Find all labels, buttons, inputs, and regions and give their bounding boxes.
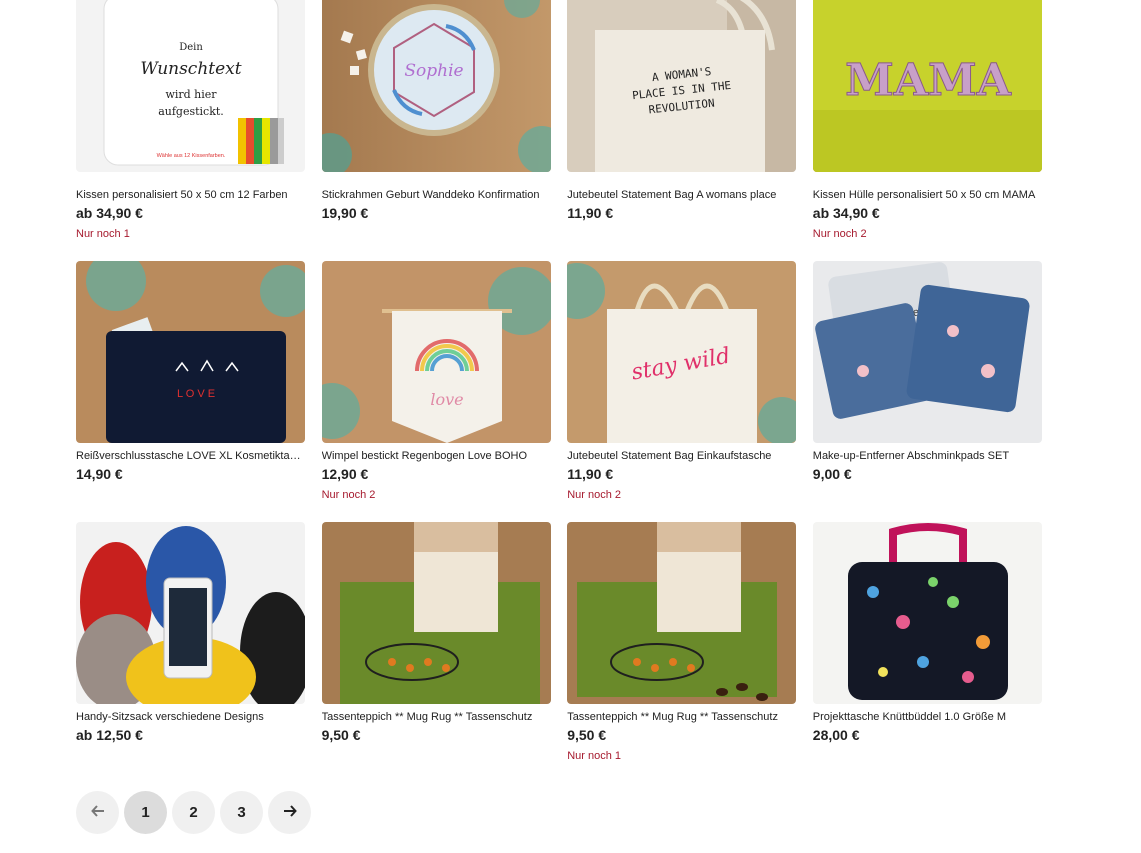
listing-image[interactable]: L O V E <box>76 261 305 443</box>
listing-card[interactable]: stay wild Jutebeutel Statement Bag Einka… <box>567 261 797 522</box>
listing-card[interactable]: Handy-Sitzsack verschiedene Designs ab 1… <box>76 522 305 783</box>
listing-price: 14,90 € <box>76 466 123 482</box>
listing-image[interactable]: A WOMAN'S PLACE IS IN THE REVOLUTION <box>567 0 797 172</box>
page-button-2[interactable]: 2 <box>172 791 215 834</box>
listing-stock: Nur noch 2 <box>812 228 867 240</box>
listing-card[interactable]: Tassenteppich ** Mug Rug ** Tassenschutz… <box>321 522 551 783</box>
listing-price: 11,90 € <box>567 205 614 221</box>
pillow-text: aufgestickt. <box>158 105 224 118</box>
listing-title[interactable]: Jutebeutel Statement Bag Einkaufstasche <box>567 449 796 463</box>
listing-title[interactable]: Tassenteppich ** Mug Rug ** Tassenschutz <box>322 710 551 724</box>
pillow-text: Wunschtext <box>140 59 241 79</box>
mama-text: MAMA <box>845 55 1012 106</box>
listing-title[interactable]: Wimpel bestickt Regenbogen Love BOHO <box>322 449 551 463</box>
listing-grid: Dein Wunschtext wird hier aufgestickt. W… <box>76 0 1042 783</box>
listing-card[interactable]: love Wimpel bestickt Regenbogen Love BOH… <box>321 261 551 522</box>
pillow-text: Dein <box>179 42 203 53</box>
listing-card[interactable]: L O V E Reißverschlusstasche LOVE XL Kos… <box>76 261 305 522</box>
listing-price: ab 34,90 € <box>812 205 880 221</box>
page-button-1[interactable]: 1 <box>124 791 167 834</box>
listing-card[interactable]: A WOMAN'S PLACE IS IN THE REVOLUTION Jut… <box>567 0 797 261</box>
listing-stock: Nur noch 1 <box>76 228 130 240</box>
listing-title[interactable]: Stickrahmen Geburt Wanddeko Konfirmation <box>322 188 551 202</box>
listing-image[interactable] <box>812 522 1042 704</box>
listing-image[interactable] <box>321 522 551 704</box>
listing-title[interactable]: Handy-Sitzsack verschiedene Designs <box>76 710 305 724</box>
listing-price: 19,90 € <box>321 205 369 221</box>
listing-stock: Nur noch 2 <box>567 489 621 501</box>
listing-image[interactable] <box>76 522 305 704</box>
listing-title[interactable]: Kissen Hülle personalisiert 50 x 50 cm M… <box>813 188 1042 202</box>
pillow-text: Wähle aus 12 Kissenfarben. <box>157 153 226 159</box>
listing-image[interactable]: Dein Wunschtext wird hier aufgestickt. W… <box>76 0 305 172</box>
listing-stock: Nur noch 1 <box>567 750 621 762</box>
listing-card[interactable]: Tassenteppich ** Mug Rug ** Tassenschutz… <box>567 522 797 783</box>
listing-image[interactable] <box>567 522 797 704</box>
listing-price: 9,00 € <box>812 466 852 482</box>
listing-title[interactable]: Kissen personalisiert 50 x 50 cm 12 Farb… <box>76 188 305 202</box>
listing-title[interactable]: Reißverschlusstasche LOVE XL Kosmetiktas… <box>76 449 305 463</box>
listing-title[interactable]: Make-up-Entferner Abschminkpads SET <box>813 449 1042 463</box>
listing-card[interactable]: Dein Wunschtext wird hier aufgestickt. W… <box>76 0 305 261</box>
hoop-text: Sophie <box>404 61 463 81</box>
listing-image[interactable]: soundandsew <box>812 261 1042 443</box>
listing-price: 9,50 € <box>321 727 361 743</box>
arrow-right-icon <box>283 804 297 822</box>
listing-title[interactable]: Tassenteppich ** Mug Rug ** Tassenschutz <box>567 710 796 724</box>
next-page-button[interactable] <box>268 791 311 834</box>
arrow-left-icon <box>90 804 105 822</box>
page-button-3[interactable]: 3 <box>220 791 263 834</box>
previous-page-button[interactable] <box>76 791 119 834</box>
listing-card[interactable]: Sophie Stickrahmen Geburt Wanddeko Konfi… <box>321 0 551 261</box>
listing-title[interactable]: Projekttasche Knüttbüddel 1.0 Größe M <box>813 710 1042 724</box>
listing-image[interactable]: Sophie <box>321 0 551 172</box>
pagination: 1 2 3 <box>76 791 311 834</box>
listing-card[interactable]: soundandsew Make-up-Entferner Abschminkp… <box>812 261 1042 522</box>
listing-card[interactable]: Projekttasche Knüttbüddel 1.0 Größe M 28… <box>812 522 1042 783</box>
listing-price: ab 12,50 € <box>76 727 143 743</box>
listing-image[interactable]: MAMA <box>812 0 1042 172</box>
listing-price: 28,00 € <box>812 727 860 743</box>
listing-image[interactable]: love <box>321 261 551 443</box>
listing-card[interactable]: MAMA Kissen Hülle personalisiert 50 x 50… <box>812 0 1042 261</box>
pennant-text: love <box>430 390 463 409</box>
listing-title[interactable]: Jutebeutel Statement Bag A womans place <box>567 188 796 202</box>
listing-stock: Nur noch 2 <box>321 489 376 501</box>
bag-text: L O V E <box>177 388 215 400</box>
listing-price: 12,90 € <box>321 466 369 482</box>
listing-price: 11,90 € <box>567 466 614 482</box>
listing-price: ab 34,90 € <box>76 205 143 221</box>
listing-price: 9,50 € <box>567 727 607 743</box>
pillow-text: wird hier <box>165 88 217 101</box>
listing-image[interactable]: stay wild <box>567 261 797 443</box>
